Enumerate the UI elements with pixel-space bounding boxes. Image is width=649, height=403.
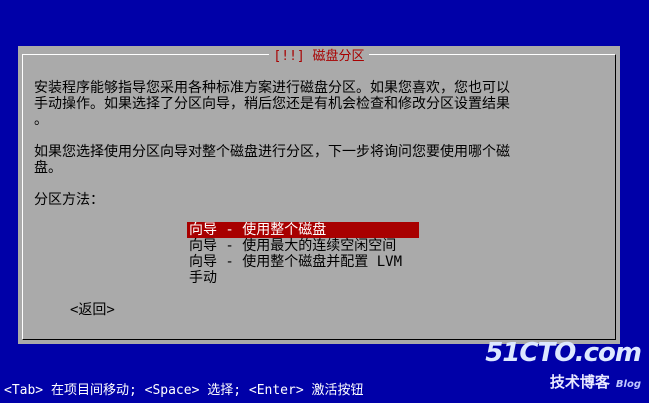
partition-method-label: 分区方法： xyxy=(34,192,104,208)
back-button[interactable]: <返回> xyxy=(70,302,115,318)
installer-screen: [!!] 磁盘分区 安装程序能够指导您采用各种标准方案进行磁盘分区。如果您喜欢，… xyxy=(0,0,649,403)
watermark-blog-text: Blog xyxy=(615,379,641,390)
partition-method-menu: 向导 - 使用整个磁盘 向导 - 使用最大的连续空闲空间 向导 - 使用整个磁盘… xyxy=(187,222,419,286)
dialog-title-bar: [!!] 磁盘分区 xyxy=(23,49,615,64)
dialog-title: [!!] 磁盘分区 xyxy=(269,49,369,64)
option-guided-entire-disk-lvm[interactable]: 向导 - 使用整个磁盘并配置 LVM xyxy=(187,254,419,270)
guided-info-paragraph: 如果您选择使用分区向导对整个磁盘进行分区，下一步将询问您要使用哪个磁 盘。 xyxy=(34,144,510,176)
option-guided-entire-disk[interactable]: 向导 - 使用整个磁盘 xyxy=(187,222,419,238)
option-manual[interactable]: 手动 xyxy=(187,270,419,286)
status-bar: <Tab> 在项目间移动; <Space> 选择; <Enter> 激活按钮 xyxy=(4,383,364,398)
watermark-sub-text: 技术博客 xyxy=(549,373,610,391)
intro-paragraph: 安装程序能够指导您采用各种标准方案进行磁盘分区。如果您喜欢，您也可以 手动操作。… xyxy=(34,80,510,128)
watermark-logo-text: 51CTO.com xyxy=(485,338,642,368)
site-watermark: 51CTO.com 技术博客 Blog xyxy=(485,338,642,395)
watermark-subtitle: 技术博客 Blog xyxy=(485,372,641,395)
partition-dialog: [!!] 磁盘分区 安装程序能够指导您采用各种标准方案进行磁盘分区。如果您喜欢，… xyxy=(18,46,620,344)
option-guided-largest-free-space[interactable]: 向导 - 使用最大的连续空闲空间 xyxy=(187,238,419,254)
